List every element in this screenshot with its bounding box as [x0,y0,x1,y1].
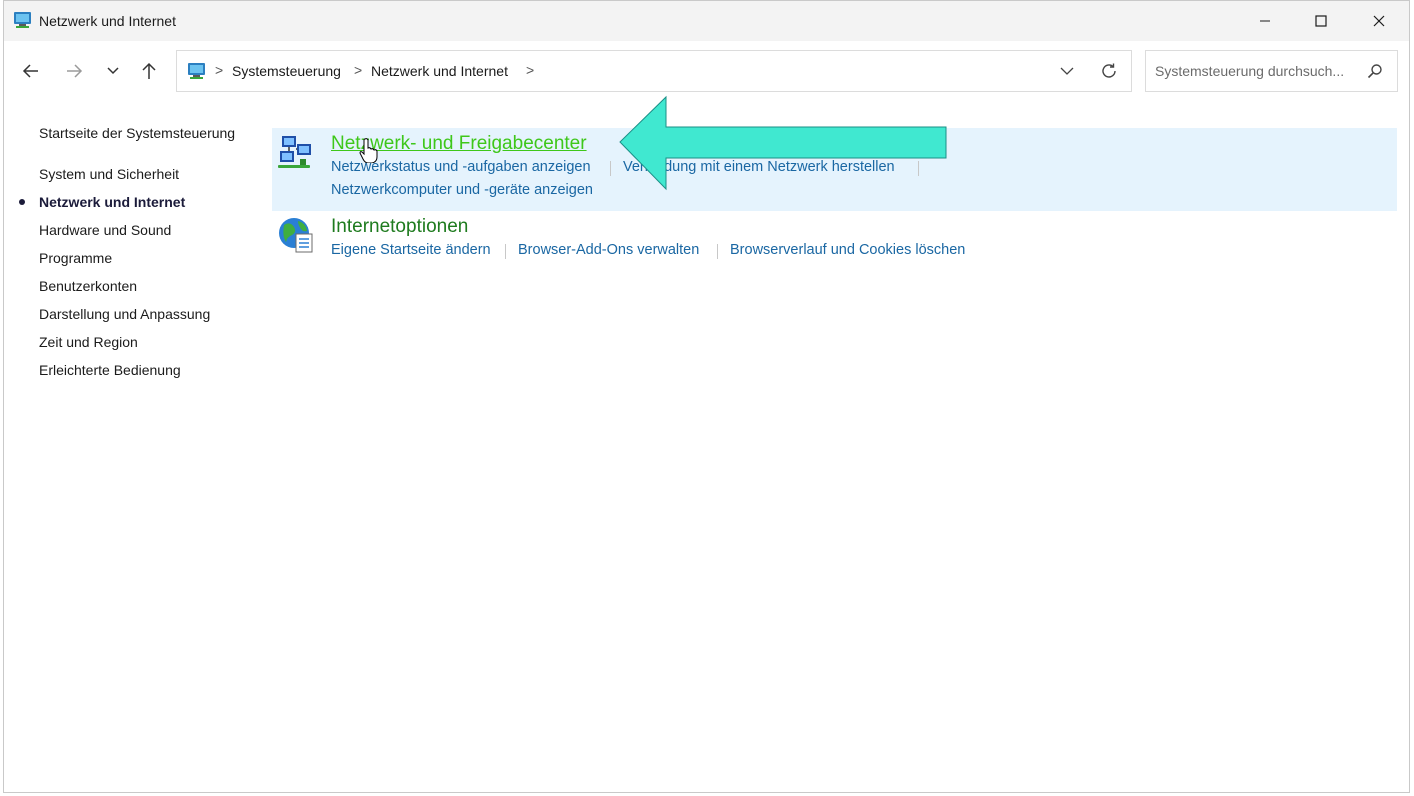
sidebar-home-link[interactable]: Startseite der Systemsteuerung [39,125,235,141]
search-icon[interactable] [1367,63,1383,79]
back-button[interactable] [15,57,47,85]
sidebar-item-netzwerk-und-internet[interactable]: Netzwerk und Internet [39,194,185,210]
arrow-right-icon [67,64,83,78]
sidebar-item-zeit-und-region[interactable]: Zeit und Region [39,334,138,350]
breadcrumb-separator[interactable]: > [526,62,534,78]
address-dropdown-button[interactable] [1055,61,1079,81]
sidebar-item-programme[interactable]: Programme [39,250,112,266]
maximize-button[interactable] [1292,1,1350,41]
maximize-icon [1315,15,1327,27]
task-separator [610,161,611,176]
arrow-left-icon [22,64,38,78]
search-input[interactable] [1155,61,1360,81]
task-browser-add-ons-verwalten[interactable]: Browser-Add-Ons verwalten [518,242,699,258]
task-startseite-aendern[interactable]: Eigene Startseite ändern [331,242,491,258]
arrow-up-icon [142,62,156,79]
category-netzwerk-und-freigabecenter: Netzwerk- und Freigabecenter Netzwerksta… [272,128,1397,211]
title-bar[interactable]: Netzwerk und Internet [4,1,1409,41]
category-internetoptionen: Internetoptionen Eigene Startseite änder… [272,211,1397,271]
close-icon [1373,15,1385,27]
task-separator [717,244,718,259]
recent-locations-button[interactable] [97,57,129,85]
breadcrumb-systemsteuerung[interactable]: Systemsteuerung [232,63,341,79]
network-sharing-center-icon [278,136,311,168]
forward-button[interactable] [58,57,90,85]
address-bar[interactable]: > Systemsteuerung > Netzwerk und Interne… [176,50,1132,92]
sidebar-item-darstellung-und-anpassung[interactable]: Darstellung und Anpassung [39,306,210,322]
internet-options-globe-icon [279,218,313,253]
control-panel-icon [188,63,205,79]
up-button[interactable] [133,57,165,85]
sidebar-item-system-und-sicherheit[interactable]: System und Sicherheit [39,166,179,182]
minimize-icon [1260,20,1270,22]
control-panel-window: Netzwerk und Internet > Systemsteuerung … [3,0,1410,793]
close-button[interactable] [1350,1,1408,41]
task-netzwerkcomputer-anzeigen[interactable]: Netzwerkcomputer und -geräte anzeigen [331,182,593,198]
sidebar-item-hardware-und-sound[interactable]: Hardware und Sound [39,222,171,238]
navigation-bar: > Systemsteuerung > Netzwerk und Interne… [4,41,1409,101]
chevron-down-icon [107,67,119,75]
task-verbindung-herstellen[interactable]: Verbindung mit einem Netzwerk herstellen [623,159,895,175]
breadcrumb-separator[interactable]: > [354,62,362,78]
chevron-down-icon [1060,67,1074,75]
category-title-netzwerk-und-freigabecenter[interactable]: Netzwerk- und Freigabecenter [331,133,587,155]
task-netzwerkstatus-anzeigen[interactable]: Netzwerkstatus und -aufgaben anzeigen [331,159,591,175]
refresh-icon [1102,63,1116,78]
minimize-button[interactable] [1236,1,1294,41]
breadcrumb-separator[interactable]: > [215,62,223,78]
sidebar-item-erleichterte-bedienung[interactable]: Erleichterte Bedienung [39,362,181,378]
window-title: Netzwerk und Internet [39,13,176,29]
category-title-internetoptionen[interactable]: Internetoptionen [331,216,468,238]
active-indicator [19,199,25,205]
control-panel-icon [14,12,31,28]
refresh-button[interactable] [1097,61,1121,81]
search-box[interactable] [1145,50,1398,92]
task-browserverlauf-loeschen[interactable]: Browserverlauf und Cookies löschen [730,242,965,258]
task-separator [505,244,506,259]
task-separator [918,161,919,176]
breadcrumb-netzwerk-und-internet[interactable]: Netzwerk und Internet [371,63,508,79]
sidebar-item-benutzerkonten[interactable]: Benutzerkonten [39,278,137,294]
